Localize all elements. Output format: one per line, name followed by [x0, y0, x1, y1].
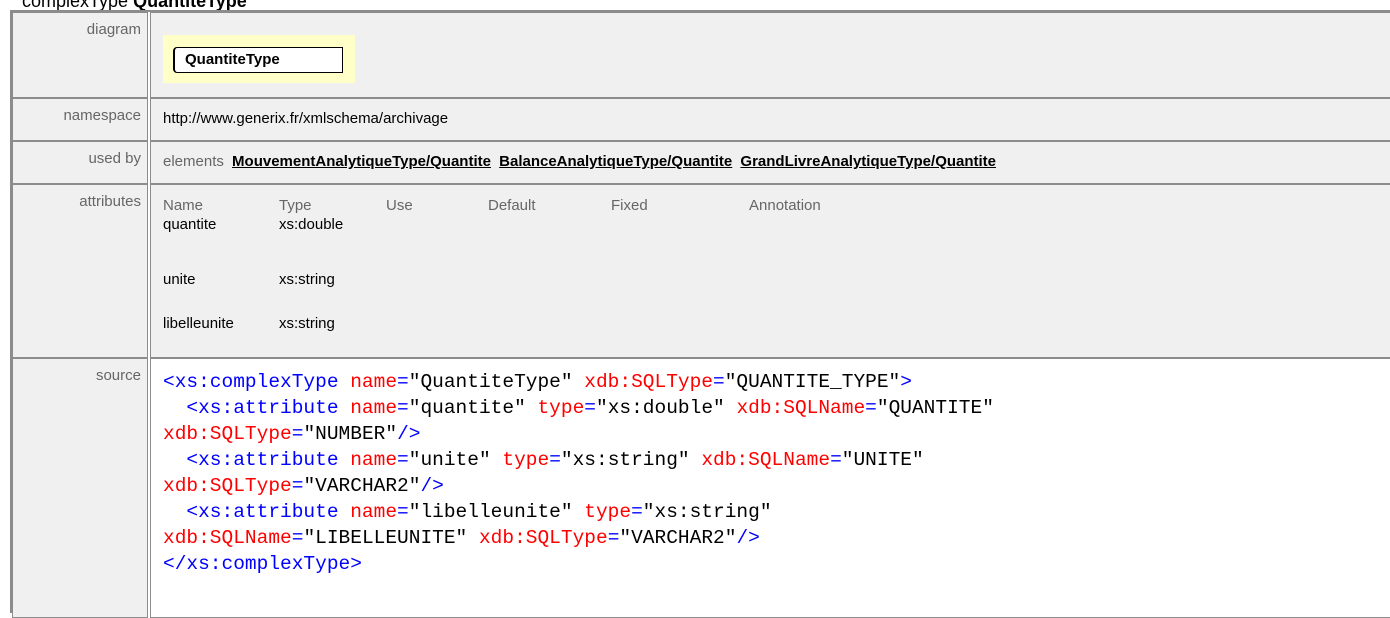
code-attr-name: xdb:SQLName	[163, 527, 292, 549]
schema-doc-table: diagram QuantiteType namespace http://ww…	[10, 10, 1390, 618]
row-source: source <xs:complexType name="QuantiteTyp…	[12, 358, 1390, 618]
code-tag: <xs:attribute	[186, 449, 339, 471]
code-attr-value: "QuantiteType"	[408, 371, 573, 393]
attr-row-name: libelleunite	[163, 315, 234, 332]
attr-row-name: quantite	[163, 216, 217, 233]
code-attr-name: xdb:SQLName	[736, 397, 866, 419]
attr-row-name: unite	[163, 271, 196, 288]
used-by-line: elements MouvementAnalytiqueType/Quantit…	[163, 153, 996, 170]
code-tag: <xs:complexType	[163, 371, 339, 393]
row-used-by: used by elements MouvementAnalytiqueType…	[12, 141, 1390, 184]
attributes-cell: Name Type Use Default Fixed Annotation q…	[150, 184, 1390, 358]
code-attr-name: xdb:SQLType	[163, 475, 292, 497]
code-tag-close: />	[397, 423, 421, 445]
attr-header-fixed: Fixed	[611, 197, 648, 214]
attr-header-use: Use	[386, 197, 413, 214]
code-attr-value: "QUANTITE"	[876, 397, 994, 419]
code-equals: =	[830, 449, 842, 471]
code-attr-name: type	[537, 397, 585, 419]
code-equals: =	[397, 397, 409, 419]
code-attr-value: "VARCHAR2"	[303, 475, 421, 497]
row-label-namespace: namespace	[63, 107, 141, 124]
row-label-cell: used by	[12, 141, 148, 184]
code-equals: =	[584, 397, 596, 419]
code-attr-value: "UNITE"	[841, 449, 924, 471]
diagram-image: QuantiteType	[163, 35, 355, 83]
code-attr-name: type	[502, 449, 550, 471]
used-by-link-grandlivre[interactable]: GrandLivreAnalytiqueType/Quantite	[740, 153, 996, 170]
code-attr-value: "xs:double"	[596, 397, 725, 419]
row-label-attributes: attributes	[79, 193, 141, 210]
row-label-cell: source	[12, 358, 148, 618]
code-tag-close: />	[420, 475, 444, 497]
code-equals: =	[291, 475, 304, 497]
diagram-type-node[interactable]: QuantiteType	[173, 47, 343, 73]
source-cell: <xs:complexType name="QuantiteType" xdb:…	[150, 358, 1390, 618]
code-equals: =	[397, 449, 409, 471]
code-tag-close: />	[736, 527, 760, 549]
code-attr-name: xdb:SQLType	[163, 423, 292, 445]
code-equals: =	[397, 371, 409, 393]
used-by-link-balance[interactable]: BalanceAnalytiqueType/Quantite	[499, 153, 732, 170]
diagram-type-label: QuantiteType	[185, 51, 280, 68]
code-equals: =	[397, 501, 409, 523]
code-tag: <xs:attribute	[186, 501, 339, 523]
code-tag-close: >	[900, 371, 912, 393]
used-by-prefix: elements	[163, 153, 224, 170]
code-attr-name: name	[350, 371, 398, 393]
code-attr-name: xdb:SQLName	[701, 449, 831, 471]
row-label-used-by: used by	[88, 150, 141, 167]
code-equals: =	[607, 527, 620, 549]
attr-header-default: Default	[488, 197, 536, 214]
code-equals: =	[291, 423, 304, 445]
code-attr-value: "xs:string"	[560, 449, 690, 471]
attr-row-type: xs:string	[279, 315, 335, 332]
code-tag-end: </xs:complexType>	[163, 553, 362, 575]
row-label-cell: diagram	[12, 12, 148, 98]
namespace-cell: http://www.generix.fr/xmlschema/archivag…	[150, 98, 1390, 141]
row-label-source: source	[95, 367, 141, 384]
row-label-diagram: diagram	[86, 21, 141, 38]
code-attr-name: name	[350, 501, 398, 523]
attr-header-type: Type	[279, 197, 312, 214]
attr-row-type: xs:string	[279, 271, 335, 288]
code-attr-name: xdb:SQLType	[584, 371, 714, 393]
code-attr-value: "xs:string"	[642, 501, 772, 523]
code-tag: <xs:attribute	[186, 397, 339, 419]
source-code: <xs:complexType name="QuantiteType" xdb:…	[163, 369, 994, 577]
diagram-cell: QuantiteType	[150, 12, 1390, 98]
code-equals: =	[549, 449, 561, 471]
code-attr-name: xdb:SQLType	[478, 527, 608, 549]
code-equals: =	[291, 527, 304, 549]
code-attr-name: name	[350, 397, 398, 419]
code-equals: =	[631, 501, 643, 523]
code-attr-name: name	[350, 449, 398, 471]
code-attr-value: "NUMBER"	[303, 423, 398, 445]
row-label-cell: namespace	[12, 98, 148, 141]
code-attr-value: "LIBELLEUNITE"	[303, 527, 468, 549]
code-equals: =	[713, 371, 725, 393]
namespace-value: http://www.generix.fr/xmlschema/archivag…	[163, 110, 449, 127]
code-attr-name: type	[584, 501, 632, 523]
code-attr-value: "libelleunite"	[408, 501, 573, 523]
code-attr-value: "QUANTITE_TYPE"	[724, 371, 901, 393]
used-by-cell: elements MouvementAnalytiqueType/Quantit…	[150, 141, 1390, 184]
used-by-link-mouvement[interactable]: MouvementAnalytiqueType/Quantite	[232, 153, 491, 170]
code-equals: =	[865, 397, 877, 419]
row-namespace: namespace http://www.generix.fr/xmlschem…	[12, 98, 1390, 141]
code-attr-value: "unite"	[408, 449, 491, 471]
row-label-cell: attributes	[12, 184, 148, 358]
attr-header-annotation: Annotation	[749, 197, 821, 214]
code-attr-value: "VARCHAR2"	[619, 527, 737, 549]
attr-header-name: Name	[163, 197, 204, 214]
row-attributes: attributes Name Type Use Default Fixed A…	[12, 184, 1390, 358]
code-attr-value: "quantite"	[408, 397, 526, 419]
attr-row-type: xs:double	[279, 216, 344, 233]
row-diagram: diagram QuantiteType	[12, 12, 1390, 98]
